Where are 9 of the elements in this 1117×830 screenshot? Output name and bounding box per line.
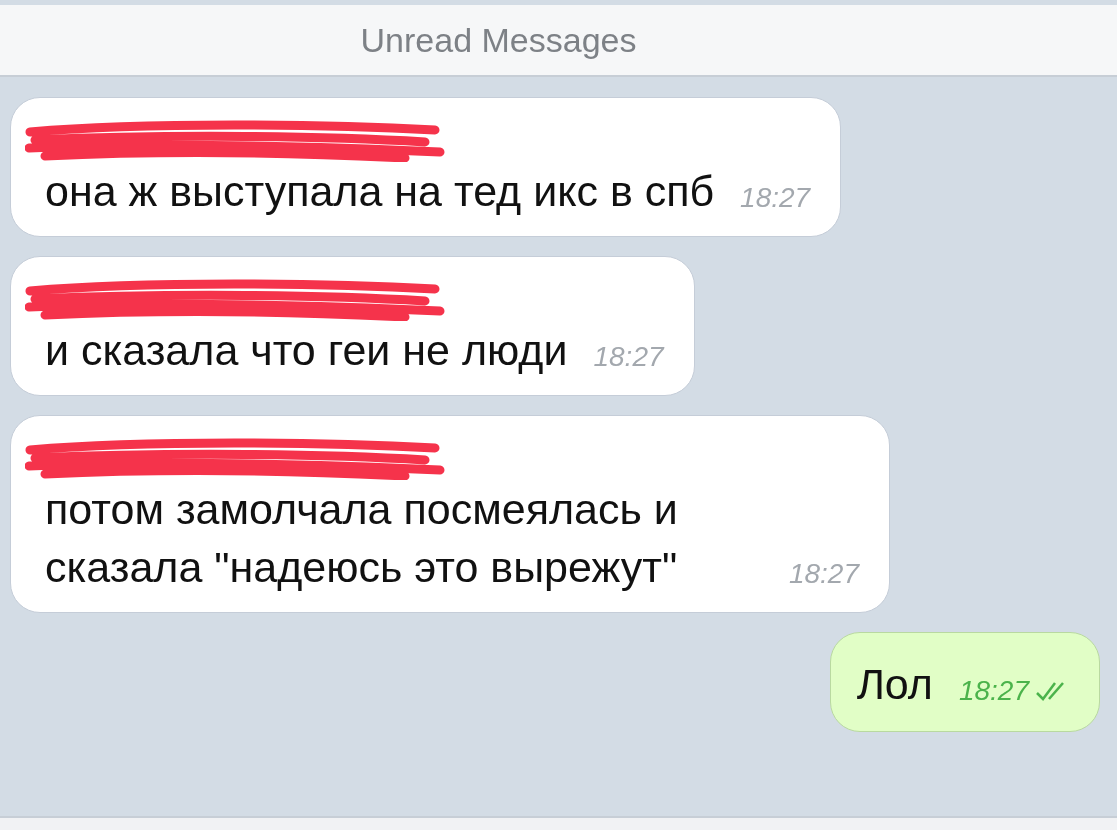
message-time: 18:27 [788,557,859,591]
message-time: 18:27 [740,181,811,215]
message-time: 18:27 [593,340,664,374]
message-time: 18:27 [958,671,1069,711]
unread-title: Unread Messages [360,20,637,60]
message-text: потом замолчала посмеялась и сказала "надеюсь это вырежут" [45,484,679,593]
message-text: она ж выступала на тед икс в спб [45,166,715,217]
message-text: и сказала что геи не люди [45,325,568,376]
message-text: Лол [856,659,933,710]
